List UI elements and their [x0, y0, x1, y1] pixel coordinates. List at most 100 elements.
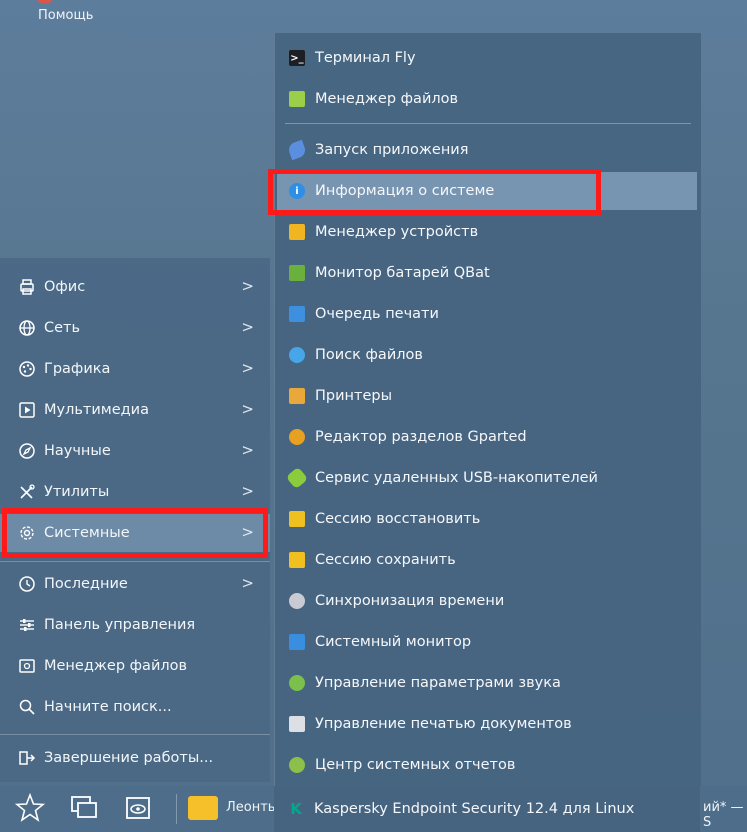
chevron-right-icon: > — [241, 277, 254, 295]
submenu-item-label: Принтеры — [315, 388, 393, 404]
menu-item-label: Утилиты — [44, 484, 110, 500]
submenu-item-label: Сессию сохранить — [315, 552, 456, 568]
menu-divider — [0, 561, 270, 562]
menu-item-label: Менеджер файлов — [44, 658, 188, 674]
menu-item-utilities[interactable]: Утилиты > — [0, 473, 270, 511]
submenu-item-session-restore[interactable]: Сессию восстановить — [277, 500, 697, 538]
folder-icon[interactable] — [188, 796, 218, 820]
menu-item-shutdown[interactable]: Завершение работы... — [0, 739, 270, 777]
terminal-icon: >_ — [289, 50, 305, 66]
printer-icon — [289, 388, 305, 404]
chevron-right-icon: > — [241, 482, 254, 500]
play-icon — [18, 401, 36, 419]
menu-item-label: Офис — [44, 279, 86, 295]
session-restore-icon — [289, 511, 305, 527]
kaspersky-icon: K — [290, 800, 302, 818]
submenu-item-label: Системный монитор — [315, 634, 472, 650]
submenu-item-terminal[interactable]: >_ Терминал Fly — [277, 39, 697, 77]
highlight-system-item — [2, 508, 268, 558]
submenu-item-reports-center[interactable]: Центр системных отчетов — [277, 746, 697, 784]
menu-item-control-panel[interactable]: Панель управления — [0, 606, 270, 644]
submenu-item-label: Терминал Fly — [315, 50, 416, 66]
device-manager-icon — [289, 224, 305, 240]
help-label[interactable]: Помощь — [38, 8, 93, 23]
submenu-item-label: Сессию восстановить — [315, 511, 481, 527]
taskbar-task-label-right[interactable]: ий* — S — [703, 800, 747, 830]
submenu-item-label: Синхронизация времени — [315, 593, 505, 609]
menu-item-label: Завершение работы... — [44, 750, 214, 766]
submenu-item-device-manager[interactable]: Менеджер устройств — [277, 213, 697, 251]
submenu-item-kaspersky[interactable]: K Kaspersky Endpoint Security 12.4 для L… — [274, 786, 700, 832]
printer-outline-icon — [18, 278, 36, 296]
submenu-item-label: Центр системных отчетов — [315, 757, 516, 773]
globe-icon — [18, 319, 36, 337]
submenu-item-label: Поиск файлов — [315, 347, 423, 363]
submenu-item-time-sync[interactable]: Синхронизация времени — [277, 582, 697, 620]
search-icon — [18, 698, 36, 716]
menu-item-label: Последние — [44, 576, 128, 592]
chevron-right-icon: > — [241, 441, 254, 459]
menu-item-label: Мультимедиа — [44, 402, 149, 418]
chevron-right-icon: > — [241, 400, 254, 418]
help-app-icon[interactable] — [36, 0, 54, 4]
gparted-icon — [289, 429, 305, 445]
submenu-item-print-queue[interactable]: Очередь печати — [277, 295, 697, 333]
start-menu-button[interactable] — [12, 792, 48, 828]
submenu-item-label: Kaspersky Endpoint Security 12.4 для Lin… — [314, 801, 635, 817]
submenu-item-label: Менеджер файлов — [315, 91, 459, 107]
battery-icon — [289, 265, 305, 281]
menu-item-label: Графика — [44, 361, 111, 377]
tools-icon — [18, 483, 36, 501]
submenu-item-sound-settings[interactable]: Управление параметрами звука — [277, 664, 697, 702]
taskbar-task-label[interactable]: Леонть — [226, 800, 275, 815]
submenu-item-label: Управление печатью документов — [315, 716, 572, 732]
system-submenu: >_ Терминал Fly Менеджер файлов Запуск п… — [274, 33, 701, 793]
logout-icon — [18, 749, 36, 767]
submenu-item-usb-service[interactable]: Сервис удаленных USB-накопителей — [277, 459, 697, 497]
submenu-item-label: Сервис удаленных USB-накопителей — [315, 470, 598, 486]
time-sync-icon — [289, 593, 305, 609]
submenu-item-system-monitor[interactable]: Системный монитор — [277, 623, 697, 661]
menu-item-network[interactable]: Сеть > — [0, 309, 270, 347]
windows-icon — [69, 793, 99, 827]
sliders-icon — [18, 616, 36, 634]
usb-icon — [285, 466, 309, 490]
system-monitor-icon — [289, 634, 305, 650]
submenu-item-print-management[interactable]: Управление печатью документов — [277, 705, 697, 743]
rocket-icon — [286, 139, 308, 161]
submenu-item-file-manager[interactable]: Менеджер файлов — [277, 80, 697, 118]
menu-item-search[interactable]: Начните поиск... — [0, 688, 270, 726]
menu-item-multimedia[interactable]: Мультимедиа > — [0, 391, 270, 429]
submenu-item-file-search[interactable]: Поиск файлов — [277, 336, 697, 374]
submenu-item-label: Менеджер устройств — [315, 224, 479, 240]
desktop-eye-button[interactable] — [120, 792, 156, 828]
menu-item-file-manager[interactable]: Менеджер файлов — [0, 647, 270, 685]
menu-item-science[interactable]: Научные > — [0, 432, 270, 470]
submenu-item-battery-monitor[interactable]: Монитор батарей QBat — [277, 254, 697, 292]
chevron-right-icon: > — [241, 318, 254, 336]
star-icon — [14, 792, 46, 827]
submenu-item-label: Управление параметрами звука — [315, 675, 561, 691]
file-manager-icon — [289, 91, 305, 107]
submenu-item-printers[interactable]: Принтеры — [277, 377, 697, 415]
session-save-icon — [289, 552, 305, 568]
chevron-right-icon: > — [241, 574, 254, 592]
chevron-right-icon: > — [241, 359, 254, 377]
menu-item-recent[interactable]: Последние > — [0, 565, 270, 603]
eye-icon — [123, 793, 153, 827]
submenu-item-label: Очередь печати — [315, 306, 439, 322]
menu-divider — [0, 734, 270, 735]
print-manage-icon — [289, 716, 305, 732]
submenu-item-gparted[interactable]: Редактор разделов Gparted — [277, 418, 697, 456]
submenu-item-session-save[interactable]: Сессию сохранить — [277, 541, 697, 579]
print-queue-icon — [289, 306, 305, 322]
menu-item-label: Научные — [44, 443, 111, 459]
menu-item-graphics[interactable]: Графика > — [0, 350, 270, 388]
submenu-divider — [285, 123, 691, 124]
show-windows-button[interactable] — [66, 792, 102, 828]
menu-item-label: Панель управления — [44, 617, 196, 633]
menu-item-office[interactable]: Офис > — [0, 268, 270, 306]
palette-icon — [18, 360, 36, 378]
submenu-item-run-app[interactable]: Запуск приложения — [277, 131, 697, 169]
submenu-item-label: Редактор разделов Gparted — [315, 429, 527, 445]
